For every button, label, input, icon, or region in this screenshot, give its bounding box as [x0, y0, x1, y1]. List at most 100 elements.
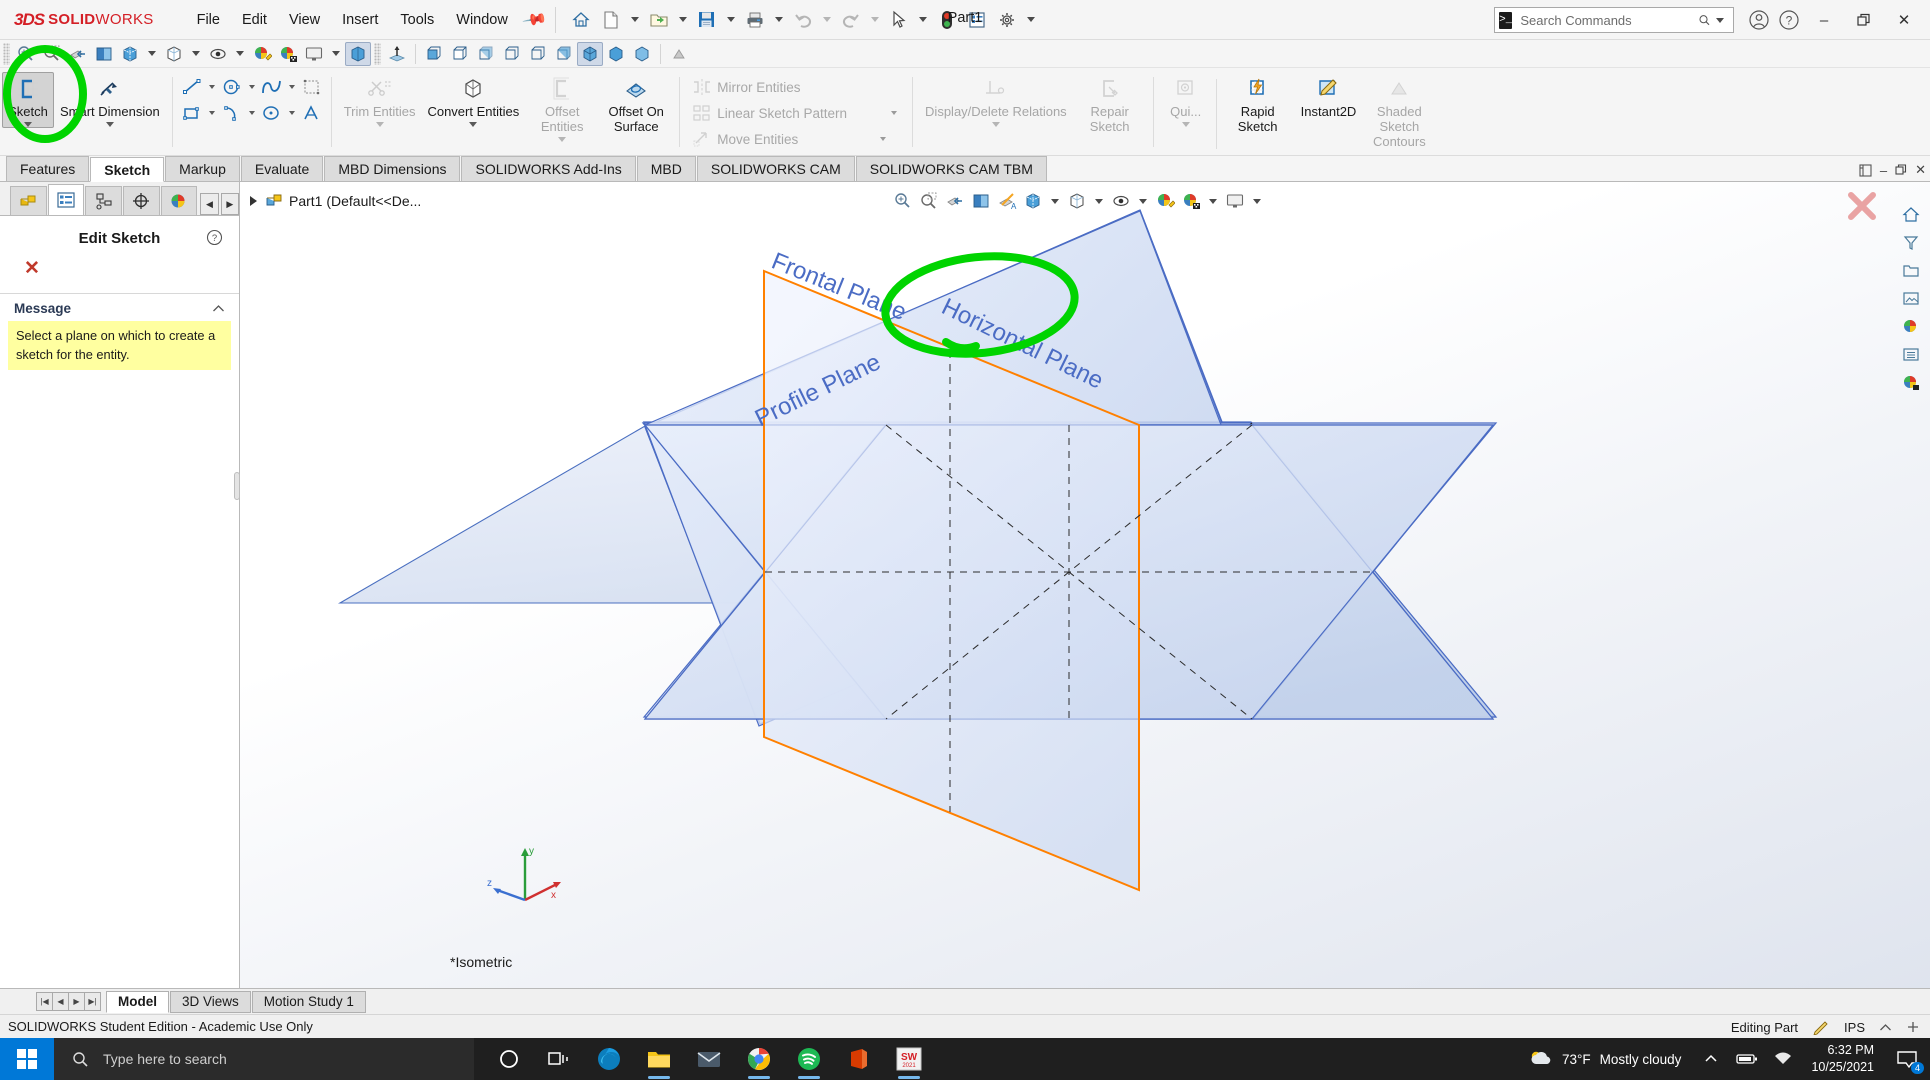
open-folder-icon[interactable] — [644, 5, 674, 35]
toolbar-grip-2[interactable] — [374, 42, 381, 65]
nav-last-button[interactable]: ▶| — [84, 992, 101, 1011]
status-expand-icon[interactable] — [1906, 1020, 1920, 1034]
view-back-icon[interactable] — [447, 42, 473, 66]
taskbar-clock[interactable]: 6:32 PM 10/25/2021 — [1801, 1042, 1884, 1076]
home-icon[interactable] — [566, 5, 596, 35]
menu-item-window[interactable]: Window — [445, 8, 519, 32]
redo-icon[interactable] — [836, 5, 866, 35]
display-manager-tab[interactable] — [160, 186, 198, 215]
search-input[interactable] — [1512, 11, 1699, 29]
select-dropdown-icon[interactable] — [918, 17, 927, 22]
office-icon[interactable] — [836, 1038, 882, 1080]
menu-item-insert[interactable]: Insert — [331, 8, 389, 32]
mirror-entities-button[interactable]: Mirror Entities — [686, 74, 805, 100]
bottom-tab-model[interactable]: Model — [106, 990, 169, 1013]
display-delete-relations-dropdown-icon[interactable] — [991, 121, 1000, 127]
section-view-icon[interactable] — [65, 42, 91, 66]
battery-icon[interactable] — [1729, 1038, 1765, 1080]
weather-widget[interactable]: 73°F Mostly cloudy — [1515, 1048, 1693, 1070]
new-document-dropdown-icon[interactable] — [630, 17, 639, 22]
taskbar-search[interactable] — [54, 1038, 474, 1080]
tab-solidworks-cam[interactable]: SOLIDWORKS CAM — [696, 156, 855, 181]
line-tool-dropdown-icon[interactable] — [208, 85, 215, 89]
help-icon[interactable]: ? — [1774, 5, 1804, 35]
search-dropdown-icon[interactable] — [1716, 17, 1724, 23]
sketch-dropdown-icon[interactable] — [24, 121, 32, 127]
cortana-icon[interactable] — [486, 1038, 532, 1080]
offset-entities-button[interactable]: Offset Entities — [525, 72, 599, 142]
chevron-up-icon[interactable] — [212, 304, 225, 313]
close-button[interactable]: ✕ — [1884, 0, 1924, 40]
help-icon[interactable]: ? — [206, 229, 223, 246]
display-delete-relations-button[interactable]: Display/Delete Relations — [919, 72, 1073, 127]
spline-tool-icon[interactable] — [259, 74, 285, 100]
tab-mbd[interactable]: MBD — [636, 156, 696, 181]
bottom-tab-3d-views[interactable]: 3D Views — [170, 990, 251, 1013]
mail-icon[interactable] — [686, 1038, 732, 1080]
view-isometric-icon[interactable] — [577, 41, 603, 66]
tab-evaluate[interactable]: Evaluate — [240, 156, 324, 181]
ellipse-tool-dropdown-icon[interactable] — [288, 111, 295, 115]
message-section-header[interactable]: Message — [0, 293, 239, 321]
nav-first-button[interactable]: |◀ — [36, 992, 53, 1011]
save-dropdown-icon[interactable] — [726, 17, 735, 22]
zoom-to-area-icon[interactable] — [39, 42, 65, 66]
units-label[interactable]: IPS — [1844, 1020, 1865, 1035]
open-dropdown-icon[interactable] — [678, 17, 687, 22]
restore-button[interactable] — [1844, 0, 1884, 40]
trim-entities-dropdown-icon[interactable] — [375, 121, 384, 127]
menu-item-tools[interactable]: Tools — [389, 8, 445, 32]
gear-icon[interactable] — [992, 5, 1022, 35]
quick-snaps-dropdown-icon[interactable] — [1181, 121, 1190, 127]
convert-entities-button[interactable]: Convert Entities — [421, 72, 525, 127]
document-minimize-button[interactable]: – — [1880, 163, 1887, 178]
circle-tool-dropdown-icon[interactable] — [248, 85, 255, 89]
network-icon[interactable] — [1765, 1038, 1801, 1080]
menu-item-file[interactable]: File — [186, 8, 231, 32]
linear-pattern-dropdown-icon[interactable] — [891, 111, 898, 115]
solidworks-icon[interactable]: SW 2021 — [886, 1038, 932, 1080]
circle-tool-icon[interactable] — [219, 74, 245, 100]
view-settings-icon[interactable] — [301, 42, 327, 66]
tab-solidworks-add-ins[interactable]: SOLIDWORKS Add-Ins — [461, 156, 636, 181]
rapid-sketch-button[interactable]: Rapid Sketch — [1221, 72, 1295, 135]
document-close-button[interactable]: ✕ — [1915, 162, 1926, 178]
edit-appearance-icon[interactable] — [249, 42, 275, 66]
display-style-dropdown-icon[interactable] — [148, 51, 156, 56]
windows-start-icon[interactable] — [0, 1038, 54, 1080]
arc-tool-dropdown-icon[interactable] — [248, 111, 255, 115]
configuration-manager-tab[interactable] — [85, 186, 122, 215]
show-hidden-icons-chevron[interactable] — [1693, 1038, 1729, 1080]
repair-sketch-button[interactable]: Repair Sketch — [1073, 72, 1147, 135]
pin-icon[interactable]: 📌 — [521, 6, 549, 34]
undo-icon[interactable] — [788, 5, 818, 35]
tab-features[interactable]: Features — [6, 156, 90, 181]
spline-tool-dropdown-icon[interactable] — [288, 85, 295, 89]
toolbar-grip[interactable] — [3, 42, 10, 65]
taskbar-search-input[interactable] — [101, 1050, 474, 1068]
view-top-icon[interactable] — [525, 42, 551, 66]
manager-tabs-next-button[interactable]: ▶ — [220, 193, 240, 215]
rebuild-icon[interactable] — [932, 5, 962, 35]
nav-next-button[interactable]: ▶ — [68, 992, 85, 1011]
dimxpert-manager-tab[interactable] — [122, 186, 160, 215]
offset-on-surface-button[interactable]: Offset On Surface — [599, 72, 673, 135]
nav-prev-button[interactable]: ◀ — [52, 992, 69, 1011]
view-dimetric-icon[interactable] — [629, 42, 655, 66]
apply-scene-icon[interactable] — [275, 42, 301, 66]
undo-dropdown-icon[interactable] — [822, 17, 831, 22]
quick-snaps-button[interactable]: Qui... — [1160, 72, 1212, 127]
redo-dropdown-icon[interactable] — [870, 17, 879, 22]
feature-manager-tab[interactable] — [10, 186, 47, 215]
tab-sketch[interactable]: Sketch — [90, 157, 165, 182]
view-settings-dropdown-icon[interactable] — [332, 51, 340, 56]
plane-tool-icon[interactable] — [299, 74, 325, 100]
action-center-icon[interactable]: 4 — [1884, 1038, 1930, 1080]
ellipse-tool-icon[interactable] — [259, 100, 285, 126]
zoom-to-fit-icon[interactable] — [13, 42, 39, 66]
line-tool-icon[interactable] — [179, 74, 205, 100]
print-icon[interactable] — [740, 5, 770, 35]
text-tool-icon[interactable] — [299, 100, 325, 126]
smart-dimension-button[interactable]: Smart Dimension — [54, 72, 166, 127]
file-explorer-icon[interactable] — [636, 1038, 682, 1080]
